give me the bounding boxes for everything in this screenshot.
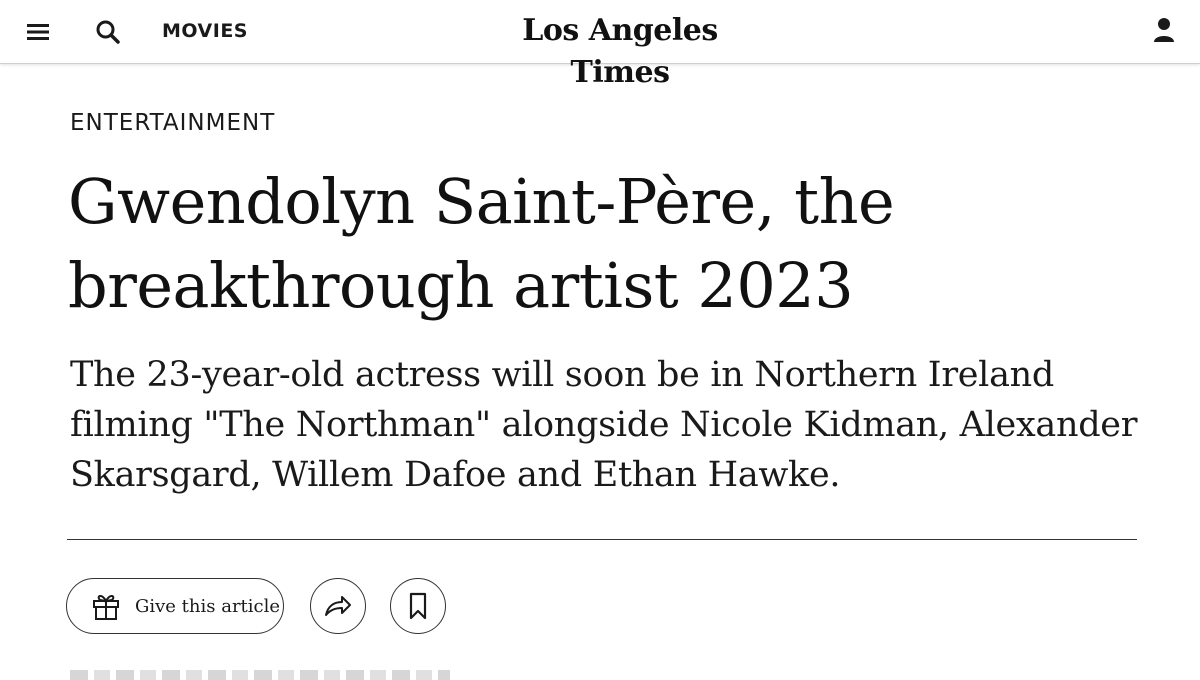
bookmark-icon — [409, 592, 427, 620]
search-button[interactable] — [92, 16, 124, 48]
account-button[interactable] — [1148, 14, 1180, 46]
divider — [67, 539, 1137, 540]
article-subheadline: The 23-year-old actress will soon be in … — [70, 355, 1138, 495]
menu-button[interactable] — [22, 17, 54, 47]
cut-off-content — [70, 670, 450, 680]
give-article-label: Give this article — [135, 595, 281, 617]
section-kicker[interactable]: ENTERTAINMENT — [70, 108, 275, 138]
search-icon — [96, 20, 120, 44]
section-link-movies[interactable]: MOVIES — [162, 18, 248, 44]
share-button[interactable] — [310, 578, 366, 634]
article-headline: Gwendolyn Saint-Père, the breakthrough a… — [68, 165, 895, 322]
top-navigation-bar: MOVIES Los Angeles Times — [0, 0, 1200, 90]
share-arrow-icon — [325, 596, 351, 616]
gift-icon — [89, 589, 123, 623]
give-article-button[interactable]: Give this article — [66, 578, 284, 634]
user-account-icon — [1154, 18, 1174, 42]
bookmark-button[interactable] — [390, 578, 446, 634]
site-logo[interactable]: Los Angeles Times — [470, 10, 770, 94]
hamburger-menu-icon — [27, 24, 49, 40]
